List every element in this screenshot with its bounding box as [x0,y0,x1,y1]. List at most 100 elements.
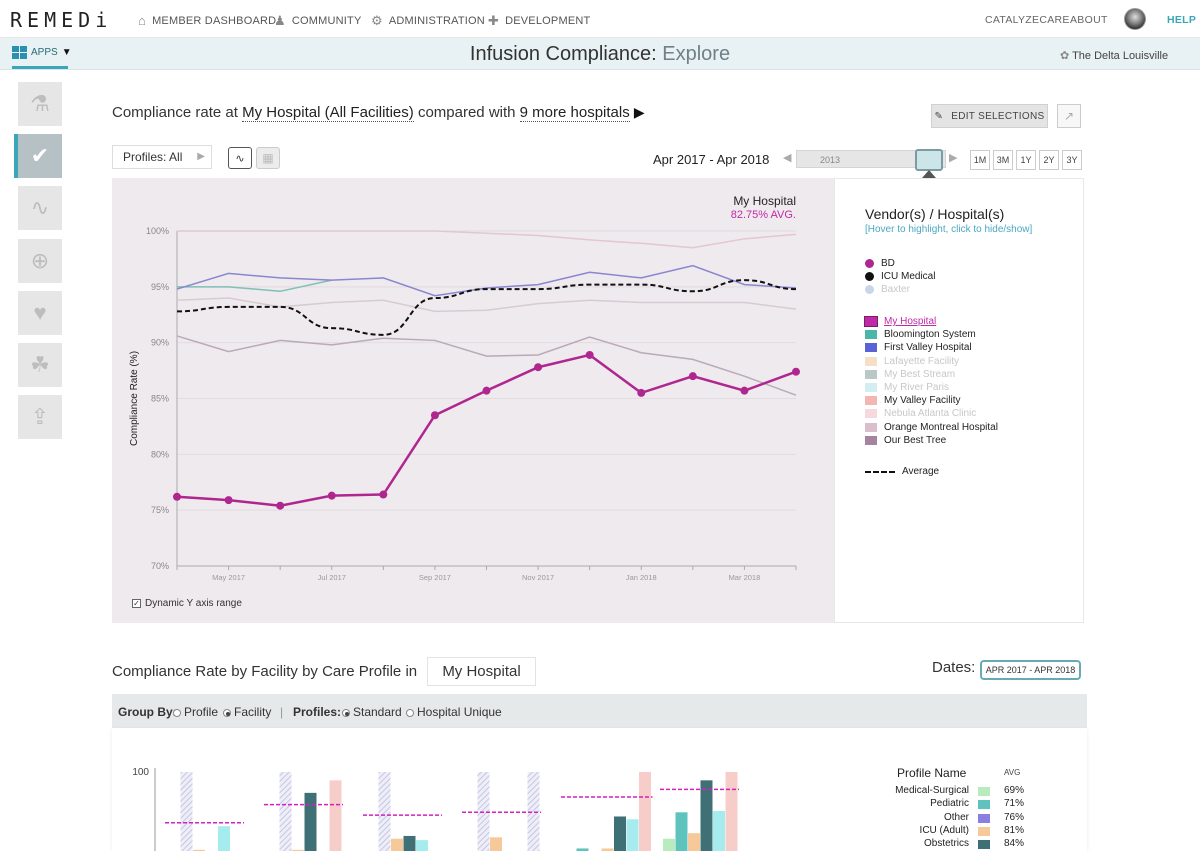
gear-icon: ⚙ [371,13,383,28]
bar [378,772,391,851]
legend-swatch-icon [865,422,877,432]
y-tick-label: 90% [151,338,169,348]
radio-selected-icon [342,709,350,717]
profile-legend-label: ICU (Adult) [919,824,969,836]
legend-hospital-item[interactable]: My River Paris [865,382,949,393]
legend-swatch-icon [865,435,877,445]
bar [639,772,651,851]
option-label: Hospital Unique [417,705,502,719]
tooltip-hospital-name: My Hospital [733,194,796,208]
bar [675,812,688,851]
sidebar-upload-icon[interactable]: ⇪ [18,395,62,439]
group-by-facility-option[interactable]: Facility [223,705,271,719]
wrench-icon: ✚ [488,13,500,28]
legend-hospital-item[interactable]: First Valley Hospital [865,342,972,353]
nav-development[interactable]: ✚ DEVELOPMENT [488,13,590,29]
sidebar-lungs-icon[interactable]: ☘ [18,343,62,387]
legend-label: Lafayette Facility [884,355,960,367]
edit-selections-button[interactable]: ✎ EDIT SELECTIONS [931,104,1048,128]
dynamic-y-axis-checkbox[interactable]: ✓ Dynamic Y axis range [132,598,242,609]
compliance-bar-chart[interactable]: 100 [112,728,872,851]
group-by-profile-option[interactable]: Profile [173,705,218,719]
line-chart-toggle[interactable]: ∿ [228,147,252,169]
range-2y-button[interactable]: 2Y [1039,150,1059,170]
play-arrow-icon[interactable]: ▶ [634,104,645,120]
table-view-toggle[interactable]: ▦ [256,147,280,169]
share-button[interactable]: ↗ [1057,104,1081,128]
radio-icon [173,709,181,717]
nav-catalyzecare[interactable]: CATALYZECARE [985,14,1070,26]
more-hospitals-link[interactable]: 9 more hospitals [519,104,630,122]
nav-member-dashboard[interactable]: ⌂ MEMBER DASHBOARD [138,13,276,28]
legend-hospital-item[interactable]: Orange Montreal Hospital [865,422,998,433]
profiles-dropdown[interactable]: Profiles: All ▶ [112,145,212,169]
profile-legend-avg: 71% [1004,798,1025,810]
avatar[interactable] [1124,8,1146,30]
radio-selected-icon [223,709,231,717]
y-tick-label: 75% [151,505,169,515]
y-tick-label: 85% [151,394,169,404]
legend-hospital-item[interactable]: Nebula Atlanta Clinic [865,408,976,419]
sidebar-checkmark-icon[interactable]: ✔ [18,134,62,178]
legend-vendor-item[interactable]: BD [865,258,895,269]
org-icon: ✿ [1060,50,1070,62]
org-selector[interactable]: ✿ The Delta Louisville [1060,49,1168,62]
profile-legend-title: Profile Name [897,766,967,780]
data-point-marker [379,490,388,499]
sidebar-target-icon[interactable]: ⊕ [18,239,62,283]
nav-community[interactable]: ♟ COMMUNITY [274,13,362,29]
share-icon: ↗ [1063,109,1075,123]
legend-hospital-item[interactable]: My Hospital [864,316,936,327]
data-point-marker [792,367,800,376]
legend-hospital-item[interactable]: Lafayette Facility [865,356,959,367]
bar [403,835,416,851]
y-tick-label: 95% [151,282,169,292]
legend-vendor-item[interactable]: Baxter [865,284,910,295]
legend-average-item[interactable]: Average [865,466,939,477]
legend-swatch-icon [865,330,877,340]
option-label: Facility [234,705,272,719]
hospital-link[interactable]: My Hospital (All Facilities) [242,104,414,122]
slider-right-arrow[interactable]: ▶ [949,151,957,164]
range-3m-button[interactable]: 3M [993,150,1013,170]
nav-about[interactable]: ABOUT [1070,14,1108,26]
legend-vendor-item[interactable]: ICU Medical [865,271,935,282]
option-label: Profile [184,705,219,719]
x-tick-label: May 2017 [212,573,245,582]
profile-legend-label: Medical-Surgical [895,785,969,796]
edit-selections-label: EDIT SELECTIONS [951,110,1045,122]
bar [218,826,230,851]
profile-swatch-icon [978,840,990,850]
sidebar-pulse-icon[interactable]: ∿ [18,186,62,230]
legend-swatch-icon [865,356,877,366]
legend-hospital-item[interactable]: Our Best Tree [865,435,946,446]
compliance-line-chart[interactable]: 100% 95% 90% 85% 80% 75% 70% May 2017 Jul 2017 Se… [112,178,834,623]
slider-left-arrow[interactable]: ◀ [783,151,791,164]
profiles-standard-option[interactable]: Standard [342,705,402,719]
sidebar-lab-flask-icon[interactable]: ⚗ [18,82,62,126]
dates-badge[interactable]: APR 2017 - APR 2018 [980,660,1081,680]
nav-administration[interactable]: ⚙ ADMINISTRATION [371,13,485,29]
facility-selector[interactable]: My Hospital [427,657,536,686]
range-3y-button[interactable]: 3Y [1062,150,1082,170]
legend-hospital-item[interactable]: Bloomington System [865,329,976,340]
profile-legend-avg: 84% [1004,838,1025,850]
legend-label: Nebula Atlanta Clinic [884,408,977,420]
nav-label: DEVELOPMENT [505,15,591,27]
legend-hospital-item[interactable]: My Valley Facility [865,395,961,406]
sidebar-heart-icon[interactable]: ♥ [18,291,62,335]
timeline-slider-handle[interactable] [915,149,943,171]
legend-hospital-item[interactable]: My Best Stream [865,369,955,380]
range-1y-button[interactable]: 1Y [1016,150,1036,170]
bar [663,838,675,851]
profiles-hospital-unique-option[interactable]: Hospital Unique [406,705,502,719]
comparison-prefix: Compliance rate at [112,104,243,121]
checkbox-checked-icon: ✓ [132,599,141,608]
logo[interactable]: REMEDi [10,8,112,32]
range-1m-button[interactable]: 1M [970,150,990,170]
nav-help[interactable]: HELP [1167,14,1196,26]
people-icon: ♟ [274,13,286,28]
bar [700,780,713,851]
top-nav: REMEDi ⌂ MEMBER DASHBOARD ♟ COMMUNITY ⚙ … [0,0,1200,38]
bar [713,810,725,851]
